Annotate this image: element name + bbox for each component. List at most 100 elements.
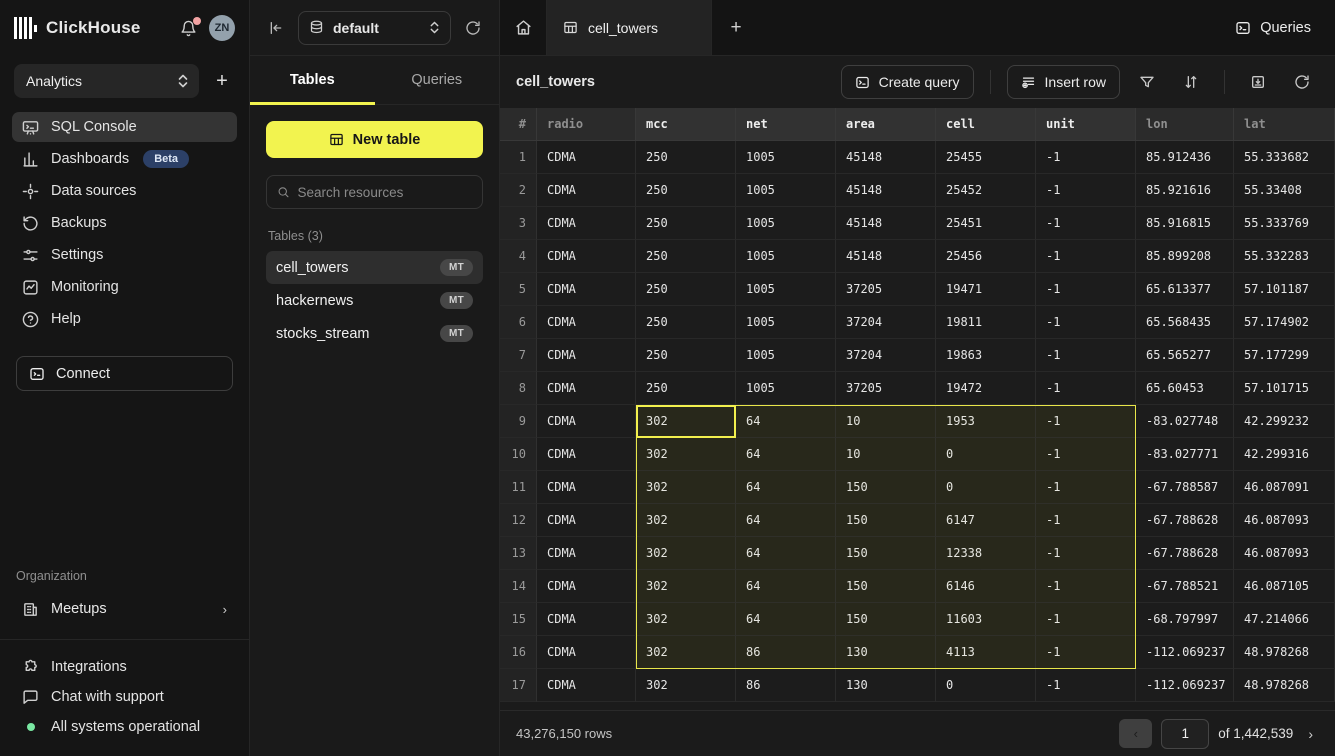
tab-queries[interactable]: Queries: [375, 56, 500, 104]
grid-cell[interactable]: -1: [1036, 405, 1136, 438]
sidebar-item-integrations[interactable]: Integrations: [12, 652, 237, 682]
grid-cell[interactable]: 1005: [736, 174, 836, 207]
next-page-button[interactable]: ›: [1302, 722, 1319, 746]
grid-cell[interactable]: 1005: [736, 141, 836, 174]
connect-button[interactable]: Connect: [16, 356, 233, 391]
grid-cell[interactable]: 46.087093: [1234, 537, 1335, 570]
grid-cell[interactable]: -1: [1036, 141, 1136, 174]
grid-cell[interactable]: 150: [836, 537, 936, 570]
grid-cell[interactable]: 19471: [936, 273, 1036, 306]
column-header-lon[interactable]: lon: [1136, 108, 1234, 141]
grid-cell[interactable]: -1: [1036, 339, 1136, 372]
insert-row-button[interactable]: Insert row: [1007, 65, 1120, 99]
clickhouse-logo[interactable]: ClickHouse: [14, 17, 168, 39]
grid-cell[interactable]: 64: [736, 603, 836, 636]
grid-cell[interactable]: 64: [736, 504, 836, 537]
grid-cell[interactable]: 19863: [936, 339, 1036, 372]
grid-cell[interactable]: 46.087091: [1234, 471, 1335, 504]
grid-cell[interactable]: -112.069237: [1136, 669, 1234, 702]
sort-button[interactable]: [1174, 65, 1208, 99]
grid-cell[interactable]: -67.788628: [1136, 537, 1234, 570]
grid-cell[interactable]: 19811: [936, 306, 1036, 339]
grid-cell[interactable]: -1: [1036, 372, 1136, 405]
grid-cell[interactable]: 57.174902: [1234, 306, 1335, 339]
filter-button[interactable]: [1130, 65, 1164, 99]
grid-cell[interactable]: 86: [736, 669, 836, 702]
open-tab-cell-towers[interactable]: cell_towers: [546, 0, 712, 55]
grid-cell[interactable]: 250: [636, 339, 736, 372]
grid-cell[interactable]: 1005: [736, 306, 836, 339]
grid-cell[interactable]: 86: [736, 636, 836, 669]
grid-cell[interactable]: CDMA: [537, 240, 636, 273]
sidebar-item-monitoring[interactable]: Monitoring: [12, 272, 237, 302]
grid-cell[interactable]: 55.333769: [1234, 207, 1335, 240]
grid-cell[interactable]: 12338: [936, 537, 1036, 570]
grid-cell[interactable]: 302: [636, 537, 736, 570]
grid-cell[interactable]: 302: [636, 438, 736, 471]
grid-cell[interactable]: 10: [836, 405, 936, 438]
grid-cell[interactable]: 302: [636, 636, 736, 669]
grid-cell[interactable]: 85.899208: [1136, 240, 1234, 273]
grid-cell[interactable]: CDMA: [537, 207, 636, 240]
grid-cell[interactable]: CDMA: [537, 570, 636, 603]
grid-cell[interactable]: 1953: [936, 405, 1036, 438]
grid-cell[interactable]: 37204: [836, 339, 936, 372]
grid-cell[interactable]: 250: [636, 372, 736, 405]
grid-cell[interactable]: CDMA: [537, 471, 636, 504]
grid-cell[interactable]: 37205: [836, 372, 936, 405]
grid-cell[interactable]: 11603: [936, 603, 1036, 636]
new-table-button[interactable]: New table: [266, 121, 483, 158]
grid-cell[interactable]: CDMA: [537, 306, 636, 339]
grid-cell[interactable]: 48.978268: [1234, 636, 1335, 669]
grid-cell[interactable]: 46.087093: [1234, 504, 1335, 537]
grid-cell[interactable]: 1005: [736, 372, 836, 405]
grid-cell[interactable]: 37205: [836, 273, 936, 306]
column-header-unit[interactable]: unit: [1036, 108, 1136, 141]
grid-cell[interactable]: -67.788587: [1136, 471, 1234, 504]
sidebar-item-dashboards[interactable]: Dashboards Beta: [12, 144, 237, 174]
grid-cell[interactable]: 25456: [936, 240, 1036, 273]
prev-page-button[interactable]: ‹: [1119, 719, 1152, 748]
home-button[interactable]: [500, 0, 546, 55]
grid-cell[interactable]: -1: [1036, 438, 1136, 471]
grid-cell[interactable]: 150: [836, 471, 936, 504]
grid-cell[interactable]: 302: [636, 603, 736, 636]
grid-cell[interactable]: 130: [836, 669, 936, 702]
grid-cell[interactable]: CDMA: [537, 273, 636, 306]
grid-cell[interactable]: 64: [736, 570, 836, 603]
queries-button[interactable]: Queries: [1211, 0, 1335, 55]
grid-cell[interactable]: -1: [1036, 537, 1136, 570]
grid-cell[interactable]: 25451: [936, 207, 1036, 240]
grid-cell[interactable]: 250: [636, 207, 736, 240]
grid-cell[interactable]: -1: [1036, 603, 1136, 636]
grid-cell[interactable]: -67.788521: [1136, 570, 1234, 603]
refresh-data-button[interactable]: [1285, 65, 1319, 99]
grid-cell[interactable]: 150: [836, 570, 936, 603]
search-resources-input[interactable]: [298, 185, 472, 200]
grid-cell[interactable]: 55.333682: [1234, 141, 1335, 174]
sidebar-item-settings[interactable]: Settings: [12, 240, 237, 270]
grid-cell[interactable]: 64: [736, 405, 836, 438]
grid-cell[interactable]: CDMA: [537, 636, 636, 669]
grid-cell[interactable]: 65.568435: [1136, 306, 1234, 339]
grid-cell[interactable]: 250: [636, 240, 736, 273]
grid-cell[interactable]: 25452: [936, 174, 1036, 207]
grid-cell[interactable]: 302: [636, 471, 736, 504]
grid-cell[interactable]: 57.177299: [1234, 339, 1335, 372]
grid-cell[interactable]: 25455: [936, 141, 1036, 174]
grid-cell[interactable]: 55.33408: [1234, 174, 1335, 207]
grid-cell[interactable]: 46.087105: [1234, 570, 1335, 603]
grid-cell[interactable]: 45148: [836, 174, 936, 207]
sidebar-item-data-sources[interactable]: Data sources: [12, 176, 237, 206]
grid-cell[interactable]: CDMA: [537, 174, 636, 207]
grid-cell[interactable]: -1: [1036, 669, 1136, 702]
grid-cell[interactable]: -1: [1036, 207, 1136, 240]
grid-cell[interactable]: 45148: [836, 207, 936, 240]
grid-cell[interactable]: -112.069237: [1136, 636, 1234, 669]
grid-cell[interactable]: -1: [1036, 471, 1136, 504]
grid-cell[interactable]: 42.299316: [1234, 438, 1335, 471]
grid-cell[interactable]: -1: [1036, 504, 1136, 537]
grid-cell[interactable]: 65.60453: [1136, 372, 1234, 405]
grid-cell[interactable]: 250: [636, 273, 736, 306]
grid-cell[interactable]: 6147: [936, 504, 1036, 537]
